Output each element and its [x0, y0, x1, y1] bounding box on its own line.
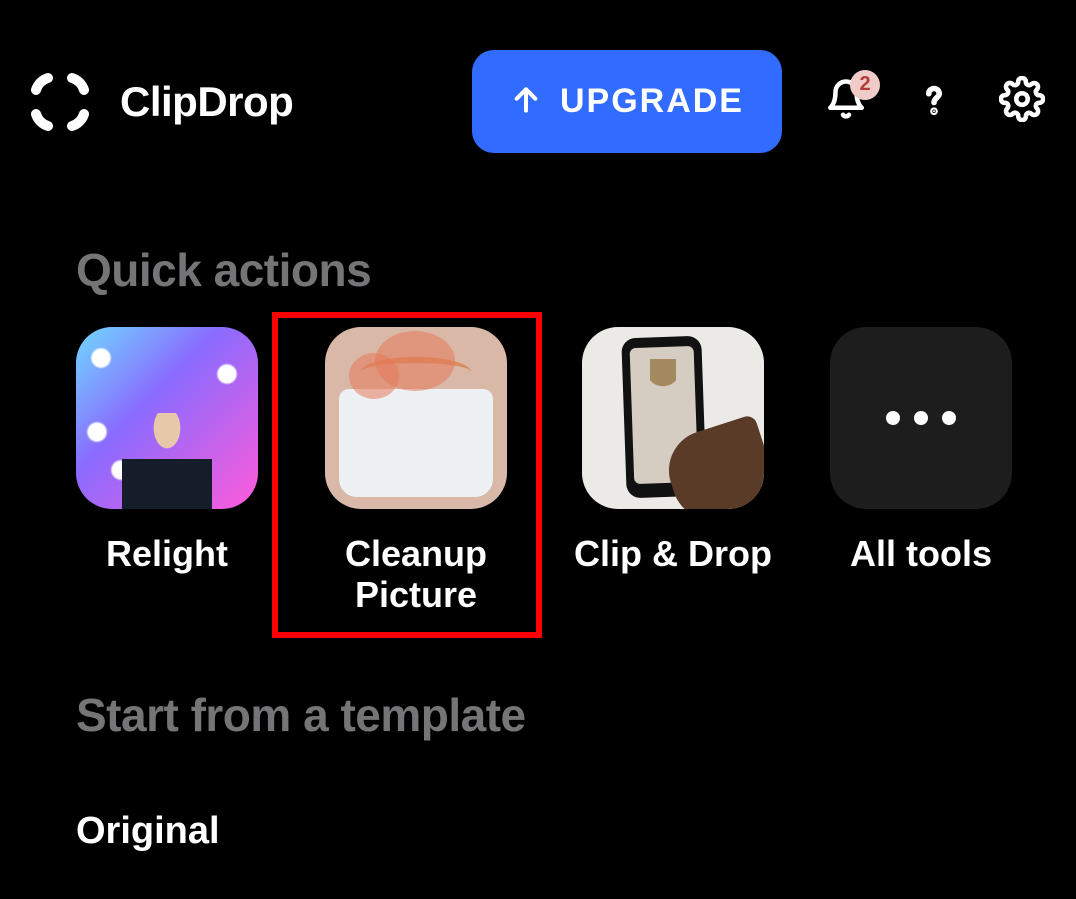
logo-group: ClipDrop	[30, 72, 293, 132]
notifications-button[interactable]: 2	[822, 78, 870, 126]
all-tools-thumbnail	[830, 327, 1012, 509]
quick-action-cleanup-picture[interactable]: Cleanup Picture	[316, 327, 516, 616]
quick-action-clip-and-drop[interactable]: Clip & Drop	[574, 327, 772, 616]
quick-action-label: Relight	[106, 533, 228, 574]
quick-actions-heading: Quick actions	[0, 183, 1076, 297]
arrow-up-icon	[510, 84, 542, 119]
upgrade-label: UPGRADE	[560, 82, 744, 121]
quick-actions-row: Relight Cleanup Picture Clip & Drop All …	[0, 297, 1076, 616]
clipdrop-thumbnail	[582, 327, 764, 509]
question-icon	[913, 78, 955, 125]
help-button[interactable]	[910, 78, 958, 126]
template-original-label[interactable]: Original	[0, 742, 1076, 853]
cleanup-thumbnail	[325, 327, 507, 509]
quick-action-label: All tools	[850, 533, 992, 574]
quick-action-label: Clip & Drop	[574, 533, 772, 574]
relight-thumbnail	[76, 327, 258, 509]
quick-action-all-tools[interactable]: All tools	[830, 327, 1012, 616]
templates-heading: Start from a template	[0, 616, 1076, 742]
quick-action-relight[interactable]: Relight	[76, 327, 258, 616]
settings-button[interactable]	[998, 78, 1046, 126]
gear-icon	[999, 76, 1045, 127]
more-dots-icon	[886, 411, 956, 425]
app-header: ClipDrop UPGRADE 2	[0, 0, 1076, 183]
upgrade-button[interactable]: UPGRADE	[472, 50, 782, 153]
app-title: ClipDrop	[120, 78, 293, 126]
clipdrop-logo-icon	[30, 72, 90, 132]
notification-badge: 2	[850, 70, 880, 100]
header-icons: 2	[822, 78, 1046, 126]
quick-action-label: Cleanup Picture	[316, 533, 516, 616]
